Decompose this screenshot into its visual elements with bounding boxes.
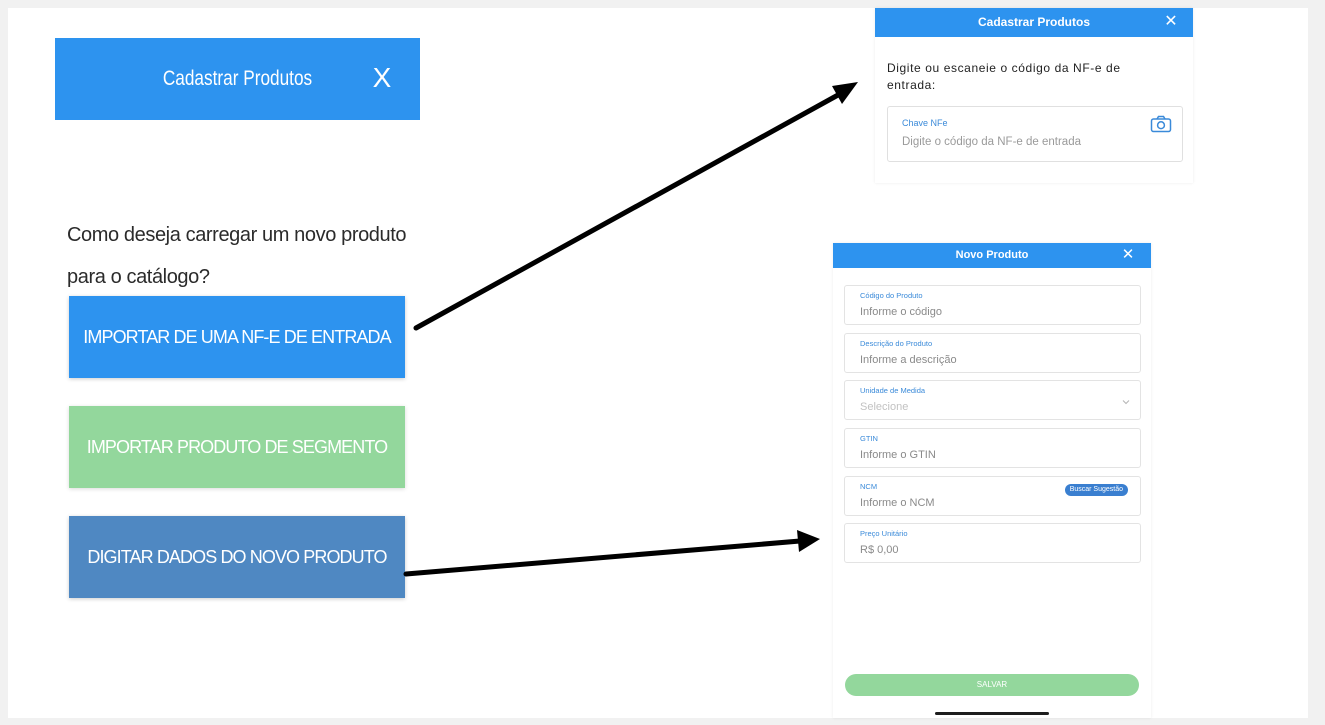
question-text: Como deseja carregar um novo produto par… xyxy=(67,224,407,288)
dialog-header: Cadastrar Produtos X xyxy=(55,38,420,120)
field-placeholder: Informe o NCM xyxy=(860,497,935,509)
buscar-sugestao-button[interactable]: Buscar Sugestão xyxy=(1064,484,1128,496)
descricao-produto-input[interactable]: Descrição do Produto Informe a descrição xyxy=(844,333,1141,373)
close-icon[interactable]: ✕ xyxy=(1119,245,1137,265)
field-placeholder: Selecione xyxy=(860,401,909,413)
field-placeholder: Informe a descrição xyxy=(860,354,957,366)
instruction-text: Digite ou escaneie o código da NF-e de e… xyxy=(887,61,1121,92)
field-label: Preço Unitário xyxy=(860,529,908,538)
type-new-product-button[interactable]: DIGITAR DADOS DO NOVO PRODUTO xyxy=(69,516,405,598)
field-label: Descrição do Produto xyxy=(860,339,933,348)
field-label: NCM xyxy=(860,482,878,491)
field-value: R$ 0,00 xyxy=(860,544,899,556)
ncm-input[interactable]: NCM Informe o NCM Buscar Sugestão xyxy=(844,476,1141,516)
field-label: GTIN xyxy=(860,434,878,443)
gtin-input[interactable]: GTIN Informe o GTIN xyxy=(844,428,1141,468)
dialog-title: Cadastrar Produtos xyxy=(162,67,313,90)
field-label: Código do Produto xyxy=(860,291,923,300)
import-nfe-button[interactable]: IMPORTAR DE UMA NF-E DE ENTRADA xyxy=(69,296,405,378)
preco-unitario-input[interactable]: Preço Unitário R$ 0,00 xyxy=(844,523,1141,563)
close-button[interactable]: X xyxy=(362,56,402,100)
codigo-produto-input[interactable]: Código do Produto Informe o código xyxy=(844,285,1141,325)
cadastrar-produtos-dialog: Cadastrar Produtos X Como deseja carrega… xyxy=(55,38,420,718)
unidade-medida-select[interactable]: Unidade de Medida Selecione xyxy=(844,380,1141,420)
field-placeholder: Digite o código da NF-e de entrada xyxy=(902,136,1081,148)
dialog-title: Novo Produto xyxy=(955,249,1029,261)
field-label: Unidade de Medida xyxy=(860,386,926,395)
chave-nfe-input[interactable]: Chave NFe Digite o código da NF-e de ent… xyxy=(887,106,1183,162)
home-indicator xyxy=(935,712,1049,715)
dialog-header: Novo Produto ✕ xyxy=(833,243,1151,268)
close-icon[interactable]: ✕ xyxy=(1161,11,1181,33)
chevron-down-icon xyxy=(1122,400,1130,405)
field-placeholder: Informe o GTIN xyxy=(860,449,936,461)
novo-produto-dialog: Novo Produto ✕ Código do Produto Informe… xyxy=(833,243,1151,718)
dialog-header: Cadastrar Produtos ✕ xyxy=(875,8,1193,37)
field-label: Chave NFe xyxy=(902,118,948,128)
nfe-import-dialog: Cadastrar Produtos ✕ Digite ou escaneie … xyxy=(875,8,1193,183)
field-placeholder: Informe o código xyxy=(860,306,942,318)
import-segment-product-button[interactable]: IMPORTAR PRODUTO DE SEGMENTO xyxy=(69,406,405,488)
dialog-title: Cadastrar Produtos xyxy=(977,15,1091,29)
save-button[interactable]: SALVAR xyxy=(845,674,1139,696)
camera-icon[interactable] xyxy=(1150,115,1172,133)
